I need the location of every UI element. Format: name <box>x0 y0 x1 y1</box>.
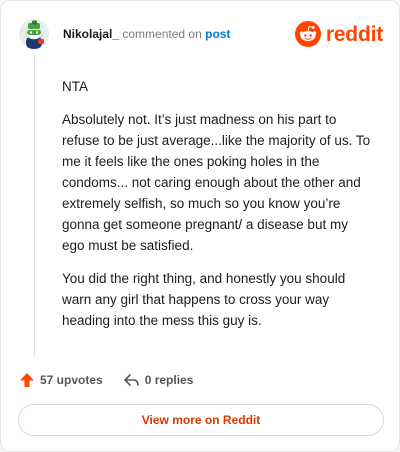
comment-header: Nikolajal_ commented on post reddit <box>19 19 383 49</box>
comment-paragraph: NTA <box>62 79 88 94</box>
comment-body: NTA Absolutely not. It’s just madness on… <box>62 76 374 343</box>
reddit-brand-link[interactable]: reddit <box>294 19 383 49</box>
comment-meta: Nikolajal_ commented on post <box>63 26 230 42</box>
comment-paragraph: Absolutely not. It’s just madness on his… <box>62 112 371 253</box>
avatar[interactable] <box>19 19 49 49</box>
avatar-icon <box>19 19 49 49</box>
view-more-button[interactable]: View more on Reddit <box>18 404 384 436</box>
post-link[interactable]: post <box>205 27 230 41</box>
reddit-wordmark: reddit <box>325 22 383 46</box>
reddit-logo-icon <box>294 21 321 47</box>
comment-actions: 57 upvotes 0 replies <box>19 370 193 390</box>
comment-paragraph: You did the right thing, and honestly yo… <box>62 271 346 328</box>
embedded-comment-card: Nikolajal_ commented on post reddit NTA … <box>0 0 400 452</box>
reply-icon <box>123 374 139 386</box>
upvote-button[interactable]: 57 upvotes <box>19 372 103 388</box>
commented-on-label: commented on <box>122 27 202 41</box>
thread-line <box>34 55 35 357</box>
reply-button[interactable]: 0 replies <box>123 372 194 388</box>
upvote-count: 57 upvotes <box>40 373 103 387</box>
reply-count: 0 replies <box>144 373 194 387</box>
upvote-arrow-icon <box>20 373 34 387</box>
username-link[interactable]: Nikolajal_ <box>63 27 119 41</box>
